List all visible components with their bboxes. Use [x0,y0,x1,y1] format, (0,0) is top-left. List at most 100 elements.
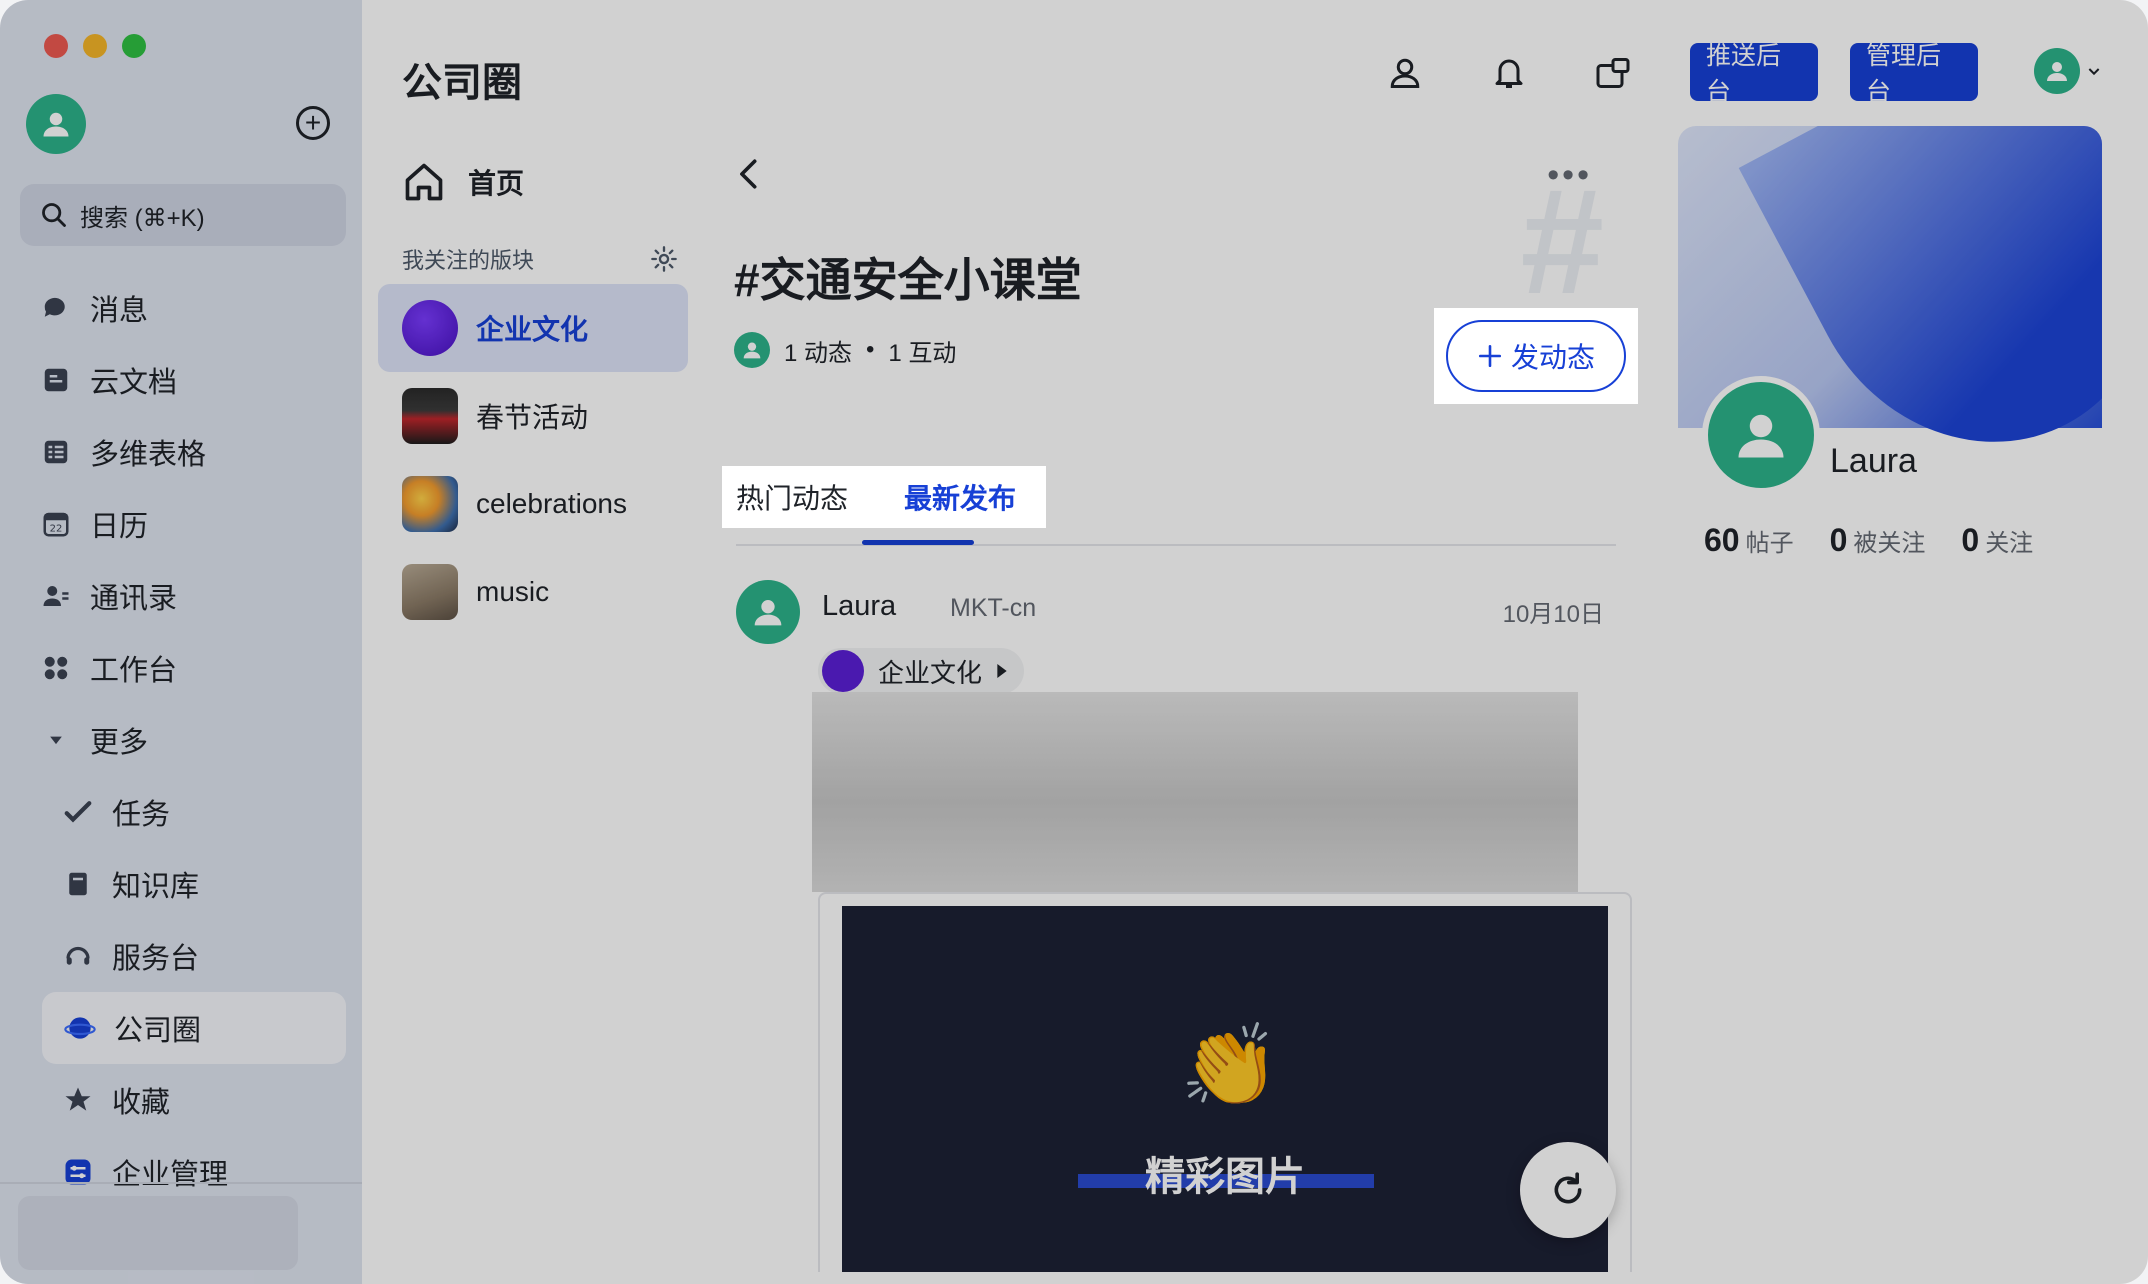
tabs-highlight-overlay: 热门动态 最新发布 [722,466,1046,528]
post-tag-label: 企业文化 [878,657,983,688]
post-date: 10月10日 [1502,601,1604,628]
posts-count: 1 动态 [784,339,853,367]
sidebar-item-label: 知识库 [112,871,200,903]
sidebar-item-label: 工作台 [90,655,178,687]
tab-latest-highlight[interactable]: 最新发布 [904,477,1016,517]
image-caption: 精彩图片 [1145,1155,1305,1199]
clapping-hands-icon: 👏 [1180,1021,1280,1110]
search-icon [42,203,66,227]
window-switch-icon[interactable] [1590,50,1636,96]
stat-value: 0 [1829,522,1848,558]
bell-icon[interactable] [1486,50,1532,96]
stat-following[interactable]: 0 关注 [1961,522,2033,559]
sidebar-item-base[interactable]: 多维表格 [0,416,362,488]
section-item-culture[interactable]: 企业文化 [378,284,688,372]
add-icon[interactable]: + [296,106,330,140]
followed-sections-header: 我关注的版块 [378,234,688,284]
sidebar-item-label: 通讯录 [90,583,178,615]
book-icon [62,868,94,900]
section-item-spring-festival[interactable]: 春节活动 [378,372,688,460]
sidebar-item-messages[interactable]: 消息 [0,272,362,344]
stats-separator: • [866,336,875,363]
close-window-button[interactable] [44,34,68,58]
post-section-tag[interactable]: 企业文化 [818,648,1025,694]
post-author-avatar[interactable] [736,580,800,644]
profile-avatar[interactable] [1702,376,1820,494]
sidebar-item-calendar[interactable]: 22 日历 [0,488,362,560]
more-options-icon[interactable]: ••• [1547,156,1592,195]
post-button[interactable]: 发动态 [1446,320,1626,392]
section-thumbnail [822,650,864,692]
header-icons [1382,50,1636,96]
sidebar-item-label: 消息 [90,295,149,327]
topic-stats: 1 动态 • 1 互动 [734,332,956,368]
home-label: 首页 [468,168,525,199]
sidebar: + 搜索 (⌘+K) 消息 云文档 多维表格 22 日历 通讯录 工作台 更多 … [0,0,362,1284]
stat-label: 关注 [1985,530,2034,557]
manage-admin-button[interactable]: 管理后台 [1850,42,1978,106]
sidebar-item-label: 多维表格 [90,439,207,471]
stat-posts[interactable]: 60 帖子 [1704,522,1794,559]
calendar-icon: 22 [40,508,72,540]
profile-icon[interactable] [1382,50,1428,96]
headset-icon [62,940,94,972]
sidebar-item-tasks[interactable]: 任务 [0,776,362,848]
search-input[interactable]: 搜索 (⌘+K) [20,184,346,246]
active-tab-indicator [862,540,974,545]
chevron-down-icon [2088,68,2100,76]
sidebar-item-helpdesk[interactable]: 服务台 [0,920,362,992]
sections-column: 首页 我关注的版块 企业文化 春节活动 celebrations music [378,136,688,636]
post-author-dept: MKT-cn [950,594,1037,622]
stat-followers[interactable]: 0 被关注 [1830,522,1926,559]
interactions-count: 1 互动 [888,339,957,367]
sidebar-item-workplace[interactable]: 工作台 [0,632,362,704]
sidebar-item-label: 企业管理 [112,1159,229,1191]
table-icon [40,436,72,468]
sidebar-item-more[interactable]: 更多 [0,704,362,776]
sidebar-item-label: 日历 [90,511,149,543]
svg-text:22: 22 [50,524,63,535]
chat-icon [40,292,72,324]
sidebar-item-label: 更多 [90,727,149,759]
user-menu[interactable] [2034,48,2102,94]
check-icon [62,796,94,828]
post-author-name[interactable]: Laura [822,590,896,623]
section-label: music [476,576,550,607]
section-label: 企业文化 [476,314,589,345]
home-link[interactable]: 首页 [378,136,688,228]
sidebar-item-docs[interactable]: 云文档 [0,344,362,416]
section-item-celebrations[interactable]: celebrations [378,460,688,548]
sidebar-item-label: 云文档 [90,367,178,399]
section-thumbnail [402,564,458,620]
sidebar-item-contacts[interactable]: 通讯录 [0,560,362,632]
profile-name: Laura [1830,442,1917,480]
main-panel: 公司圈 推送后台 管理后台 首页 我关注的版块 企业文化 春节活动 celebr… [362,12,2136,1272]
gear-icon[interactable] [650,245,678,273]
section-item-music[interactable]: music [378,548,688,636]
sidebar-item-moments[interactable]: 公司圈 [42,992,346,1064]
refresh-button[interactable] [1520,1142,1616,1238]
person-icon [743,342,761,359]
person-icon [754,600,782,626]
sidebar-item-label: 服务台 [112,943,200,975]
sidebar-item-wiki[interactable]: 知识库 [0,848,362,920]
back-arrow-icon[interactable] [732,154,766,194]
sidebar-item-label: 收藏 [112,1087,171,1119]
blurred-post-text [812,692,1578,892]
tab-hot-highlight[interactable]: 热门动态 [736,477,848,517]
minimize-window-button[interactable] [83,34,107,58]
sidebar-item-favorites[interactable]: 收藏 [0,1064,362,1136]
maximize-window-button[interactable] [122,34,146,58]
post-image[interactable]: 👏 精彩图片 [842,906,1608,1272]
user-avatar[interactable] [26,94,86,154]
page-title: 公司圈 [402,61,522,105]
person-icon [1738,414,1784,458]
sidebar-item-label: 公司圈 [114,1015,202,1047]
caret-right-icon [997,664,1007,678]
apps-icon [40,652,72,684]
profile-card: Laura 60 帖子 0 被关注 0 关注 [1678,126,2102,602]
home-icon [405,163,443,201]
person-icon [2047,62,2067,81]
push-admin-button[interactable]: 推送后台 [1690,42,1818,106]
stat-value: 0 [1961,522,1980,558]
